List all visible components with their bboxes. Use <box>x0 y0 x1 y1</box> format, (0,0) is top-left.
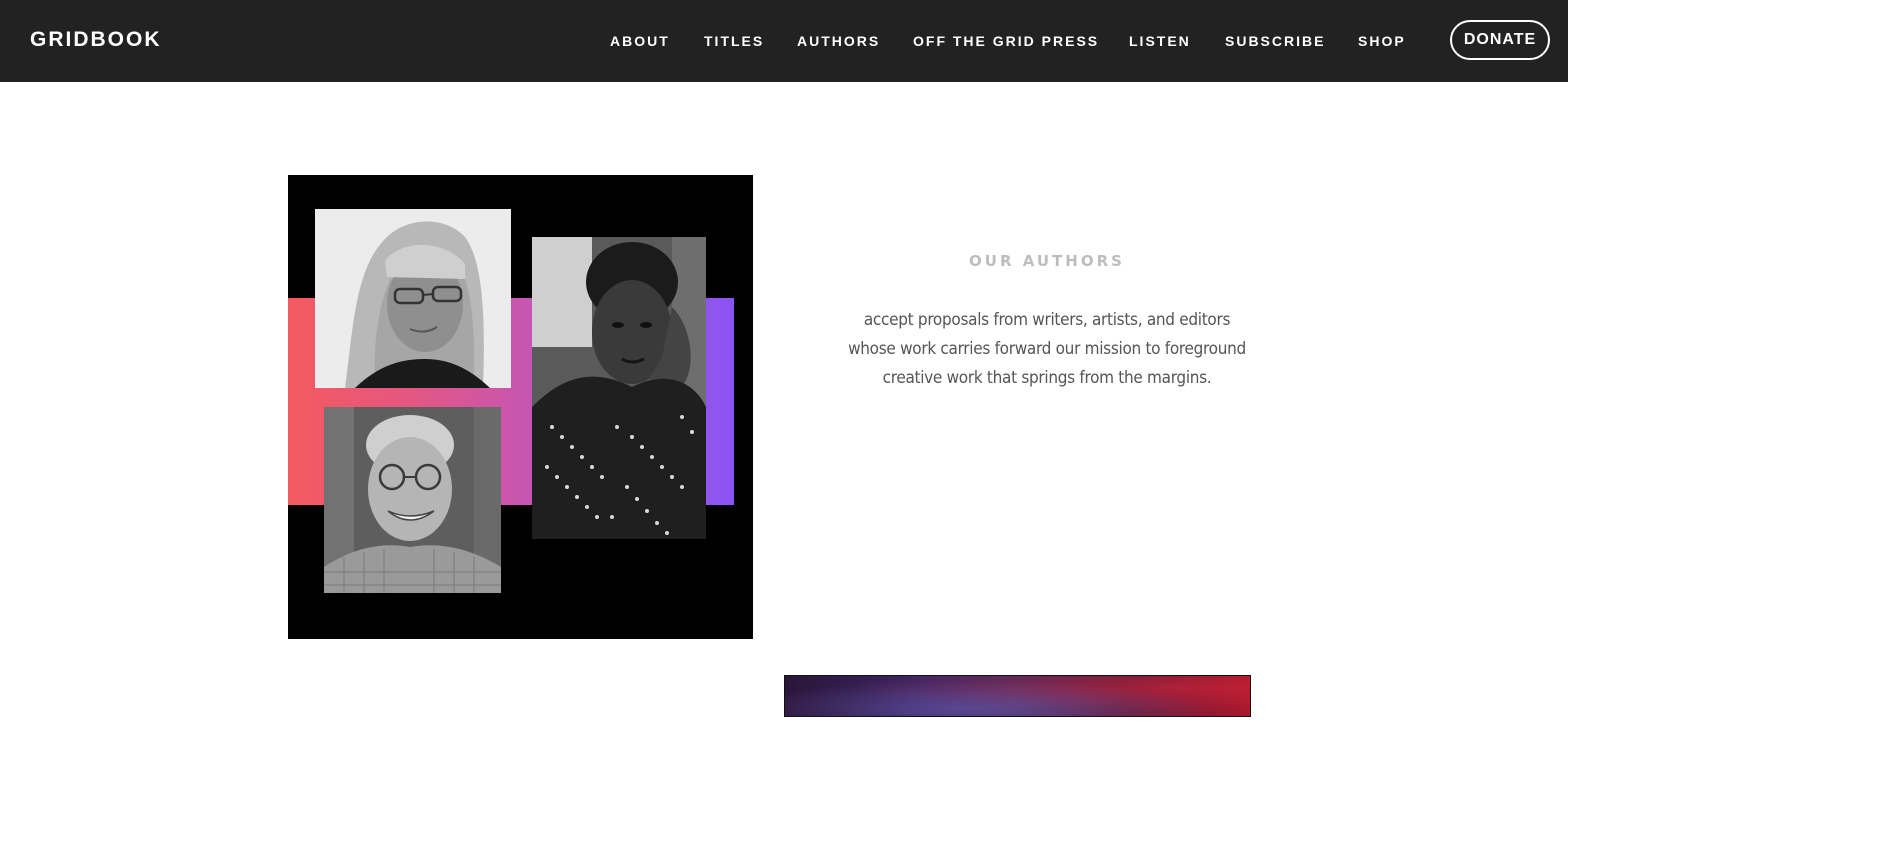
nav-off-the-grid-press[interactable]: OFF THE GRID PRESS <box>913 33 1099 51</box>
nav-listen[interactable]: LISTEN <box>1129 33 1191 51</box>
nav-about[interactable]: ABOUT <box>610 33 670 51</box>
authors-collage-image <box>288 175 753 639</box>
author-portrait-man-glasses <box>324 407 501 593</box>
author-portrait-woman-glasses <box>315 209 511 388</box>
nav-shop[interactable]: SHOP <box>1358 33 1406 51</box>
author-portrait-woman-hand-chin <box>532 237 706 539</box>
nav-titles[interactable]: TITLES <box>704 33 764 51</box>
nav-authors[interactable]: AUTHORS <box>797 33 880 51</box>
site-logo[interactable]: GRIDBOOK <box>30 28 162 52</box>
next-section-artwork <box>784 675 1251 717</box>
nav-subscribe[interactable]: SUBSCRIBE <box>1225 33 1325 51</box>
section-description: accept proposals from writers, artists, … <box>848 310 1246 388</box>
section-heading: OUR AUTHORS <box>969 252 1125 270</box>
donate-button[interactable]: DONATE <box>1450 20 1550 60</box>
site-header: GRIDBOOK ABOUT TITLES AUTHORS OFF THE GR… <box>0 0 1568 82</box>
